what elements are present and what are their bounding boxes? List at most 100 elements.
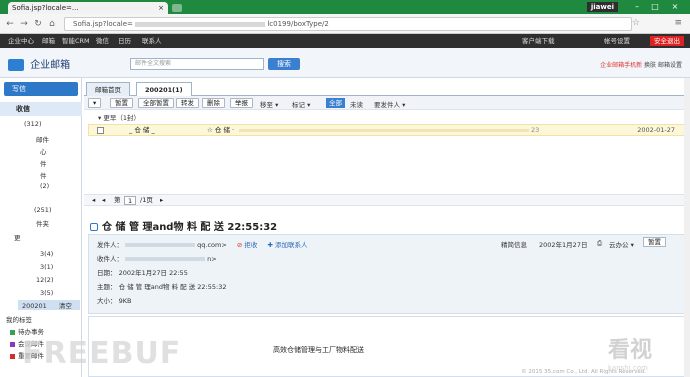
row-redacted (239, 129, 529, 132)
to-redacted (125, 257, 206, 261)
first-page-icon[interactable]: ◂ (92, 195, 95, 206)
pin-all-button[interactable]: 全部暂置 (138, 98, 174, 108)
forward-button[interactable]: 转发 (176, 98, 199, 108)
inbox-item[interactable]: 收信 (0, 102, 82, 116)
mail-row[interactable]: _ 仓 储 _ ☆ 仓 储 · 23 2002-01-27 (88, 124, 688, 136)
pin-button[interactable]: 暂置 (110, 98, 133, 108)
report-button[interactable]: 举报 (230, 98, 253, 108)
sidebar-item[interactable]: 心 (40, 146, 47, 156)
from-row: 发件人： qq.com> ⊘ 拒收 ✚ 添加联系人 (97, 239, 308, 249)
reply-dropdown[interactable]: 暂置 (643, 237, 666, 247)
size-label: 大小： (97, 297, 117, 305)
logout-button[interactable]: 安全退出 (650, 36, 684, 46)
group-header[interactable]: ▾ 更早（1封） (98, 112, 140, 122)
nav-calendar[interactable]: 日历 (118, 34, 131, 48)
reject-link[interactable]: 拒收 (244, 241, 257, 249)
nav-wechat[interactable]: 微信 (96, 34, 109, 48)
mail-header: 企业邮箱 邮件全文搜索 搜索 企业邮箱手机新 换肤 邮箱设置 (0, 48, 690, 78)
search-input[interactable]: 邮件全文搜索 (130, 58, 264, 70)
tab-title: Sofia.jsp?locale=... (12, 4, 79, 12)
nav-crm[interactable]: 智能CRM (62, 34, 90, 48)
url-field[interactable]: Sofia.jsp?locale= lc0199/boxType/2 (64, 17, 632, 31)
from-redacted (125, 243, 196, 247)
sidebar-item[interactable]: (2) (40, 182, 49, 190)
nav-download-client[interactable]: 客户端下载 (522, 34, 555, 48)
tag-todo[interactable]: 待办事务 (10, 326, 44, 336)
browser-tab[interactable]: Sofia.jsp?locale=... × (8, 2, 168, 14)
mark-dropdown[interactable]: 标记 ▾ (292, 99, 310, 109)
sidebar-item[interactable]: 3(4) (40, 250, 53, 258)
menu-icon[interactable]: ≡ (674, 18, 682, 28)
new-tab-button[interactable] (172, 4, 182, 12)
url-text: Sofia.jsp?locale= (73, 20, 133, 28)
tag-label: 待办事务 (18, 328, 44, 336)
mail-icon (90, 223, 98, 231)
sidebar-item[interactable]: 件 (40, 158, 47, 168)
maximize-icon[interactable]: □ (648, 1, 662, 13)
block-icon[interactable]: ⊘ (237, 241, 242, 249)
reload-icon[interactable]: ↻ (32, 18, 44, 30)
clear-link[interactable]: 清空 (59, 302, 72, 310)
close-icon[interactable]: × (158, 2, 164, 14)
add-contact-icon[interactable]: ✚ (268, 241, 273, 249)
pager: ◂ ◂ 第 1 /1页 ▸ (84, 194, 690, 206)
profile-badge[interactable]: jiawei (586, 2, 618, 12)
date-row: 日期： 2002年1月27日 22:55 (97, 267, 188, 277)
select-checkbox-dropdown[interactable]: ▾ (88, 98, 102, 108)
subject-row: 主题： 仓 储 管 理and物 料 配 送 22:55:32 (97, 281, 226, 291)
sidebar-item[interactable]: 件夹 (36, 218, 49, 228)
logo-text: 企业邮箱 (30, 60, 71, 71)
size-row: 大小： 9KB (97, 295, 131, 305)
page-input[interactable]: 1 (124, 196, 137, 205)
skin-link[interactable]: 换肤 (644, 62, 656, 69)
move-to-dropdown[interactable]: 移至 ▾ (260, 99, 278, 109)
cloud-office-dropdown[interactable]: 云办公 ▾ (609, 239, 634, 249)
nav-enterprise-center[interactable]: 企业中心 (8, 34, 34, 48)
scrollbar[interactable] (684, 78, 690, 377)
next-page-icon[interactable]: ▸ (160, 195, 163, 206)
sidebar-item[interactable]: 邮件 (36, 134, 49, 144)
star-icon[interactable]: ☆ (207, 126, 213, 134)
prev-page-icon[interactable]: ◂ (102, 195, 105, 206)
nav-mail[interactable]: 邮箱 (42, 34, 55, 48)
browser-chrome: Sofia.jsp?locale=... × jiawei – □ × ← → … (0, 0, 690, 36)
close-window-icon[interactable]: × (668, 1, 682, 13)
back-icon[interactable]: ← (4, 18, 16, 30)
tag-color-icon (10, 329, 15, 335)
sidebar-item[interactable]: 件 (40, 170, 47, 180)
envelope-icon (8, 59, 24, 71)
brief-info-link[interactable]: 精简信息 (501, 239, 527, 249)
nav-contacts[interactable]: 联系人 (142, 34, 162, 48)
delete-button[interactable]: 删除 (202, 98, 225, 108)
sidebar-item[interactable]: (251) (34, 206, 51, 214)
mail-toolbar: ▾ 暂置 全部暂置 转发 删除 举报 移至 ▾ 标记 ▾ 全部 未读 要发件人 … (84, 96, 690, 110)
row-checkbox[interactable] (97, 127, 104, 134)
tab-folder[interactable]: 200201(1) (136, 82, 192, 96)
tag-color-icon (10, 353, 15, 359)
minimize-icon[interactable]: – (630, 1, 644, 13)
subject-value: 仓 储 管 理and物 料 配 送 22:55:32 (118, 283, 227, 291)
nav-account-settings[interactable]: 帐号设置 (604, 34, 630, 48)
date-value: 2002年1月27日 22:55 (118, 269, 188, 277)
bookmark-star-icon[interactable]: ☆ (632, 18, 640, 28)
sidebar-item[interactable]: 3(1) (40, 263, 53, 271)
add-contact-link[interactable]: 添加联系人 (275, 241, 308, 249)
filter-unread[interactable]: 未读 (350, 99, 363, 109)
sidebar-item[interactable]: (312) (24, 120, 41, 128)
sidebar-item[interactable]: 12(2) (36, 276, 53, 284)
mail-settings-link[interactable]: 邮箱设置 (658, 62, 682, 69)
sidebar-item[interactable]: 更 (14, 232, 21, 242)
mobile-link[interactable]: 企业邮箱手机新 (600, 62, 642, 69)
sidebar-item[interactable]: 3(5) (40, 289, 53, 297)
mail-subject-text: 仓 储 管 理and物 料 配 送 22:55:32 (102, 222, 278, 233)
print-icon[interactable]: ⎙ (597, 239, 602, 248)
tab-mail-home[interactable]: 邮箱首页 (86, 82, 130, 96)
filter-all[interactable]: 全部 (326, 98, 345, 108)
sidebar-item-selected[interactable]: 200201 清空 (18, 300, 80, 310)
search-button[interactable]: 搜索 (268, 58, 300, 70)
from-address: qq.com> (197, 241, 227, 249)
write-button[interactable]: 写信 (4, 82, 78, 96)
filter-sender-dropdown[interactable]: 要发件人 ▾ (374, 99, 405, 109)
home-icon[interactable]: ⌂ (46, 18, 58, 30)
forward-icon[interactable]: → (18, 18, 30, 30)
